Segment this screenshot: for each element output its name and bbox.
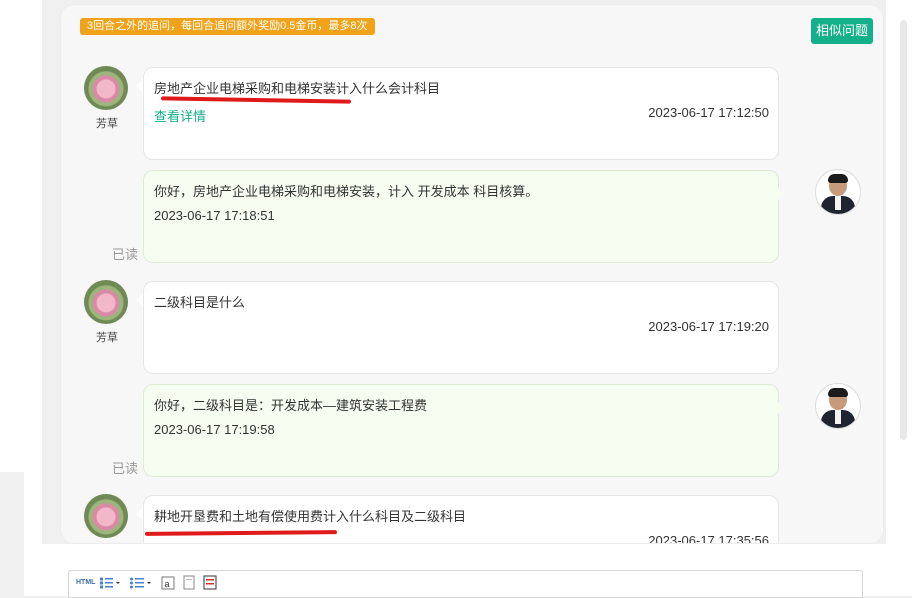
read-status: 已读 [112, 461, 139, 476]
expert-avatar[interactable] [815, 169, 861, 215]
left-gutter [24, 0, 42, 596]
avatar-hair [828, 174, 848, 183]
message-time: 2023-06-17 17:19:58 [154, 422, 275, 437]
left-white-strip [0, 0, 24, 472]
question-bubble: 房地产企业电梯采购和电梯安装计入什么会计科目 查看详情 2023-06-17 1… [143, 67, 779, 160]
question-bubble: 耕地开垦费和土地有偿使用费计入什么科目及二级科目 2023-06-17 17:3… [143, 495, 779, 544]
message-time: 2023-06-17 17:35:56 [648, 533, 769, 544]
html-mode-button[interactable]: HTML [76, 575, 95, 591]
message-time: 2023-06-17 17:18:51 [154, 208, 275, 223]
bubble-tail [777, 187, 785, 201]
font-icon[interactable]: a [161, 575, 175, 591]
svg-text:a: a [165, 579, 170, 589]
user-name: 芳草 [96, 118, 118, 130]
view-details-link[interactable]: 查看详情 [154, 106, 206, 125]
paste-icon[interactable] [182, 575, 196, 591]
user-avatar[interactable] [84, 494, 128, 538]
reply-text: 你好，二级科目是：开发成本—建筑安装工程费 [154, 398, 428, 413]
user-avatar[interactable] [84, 280, 128, 324]
question-text: 房地产企业电梯采购和电梯安装计入什么会计科目 [154, 81, 441, 96]
message-time: 2023-06-17 17:12:50 [648, 105, 769, 120]
right-white-strip [886, 0, 912, 596]
avatar-shirt [835, 410, 841, 424]
reply-bubble: 你好，二级科目是：开发成本—建筑安装工程费 2023-06-17 17:19:5… [143, 384, 779, 477]
read-status: 已读 [112, 247, 139, 262]
template-icon[interactable] [203, 575, 217, 591]
message-time: 2023-06-17 17:19:20 [648, 319, 769, 334]
expert-avatar[interactable] [815, 383, 861, 429]
user-name: 芳草 [96, 332, 118, 344]
unordered-list-icon[interactable] [129, 575, 155, 591]
chat-panel: 3回合之外的追问，每回合追问额外奖励0.5金币，最多8次 相似问题 芳草 房地产… [60, 4, 884, 544]
ordered-list-icon[interactable] [99, 575, 121, 591]
question-text: 耕地开垦费和土地有偿使用费计入什么科目及二级科目 [154, 509, 467, 524]
user-avatar[interactable] [84, 66, 128, 110]
editor-toolbar: HTML a [68, 570, 863, 598]
bubble-tail [777, 401, 785, 415]
notice-badge: 3回合之外的追问，每回合追问额外奖励0.5金币，最多8次 [80, 18, 375, 35]
reply-bubble: 你好，房地产企业电梯采购和电梯安装，计入 开发成本 科目核算。 2023-06-… [143, 170, 779, 263]
avatar-shirt [835, 196, 841, 210]
avatar-hair [828, 388, 848, 397]
scrollbar-track[interactable] [900, 20, 907, 440]
reply-text: 你好，房地产企业电梯采购和电梯安装，计入 开发成本 科目核算。 [154, 184, 539, 199]
similar-questions-button[interactable]: 相似问题 [811, 18, 873, 44]
question-bubble: 二级科目是什么 2023-06-17 17:19:20 [143, 281, 779, 374]
question-text: 二级科目是什么 [154, 295, 246, 310]
